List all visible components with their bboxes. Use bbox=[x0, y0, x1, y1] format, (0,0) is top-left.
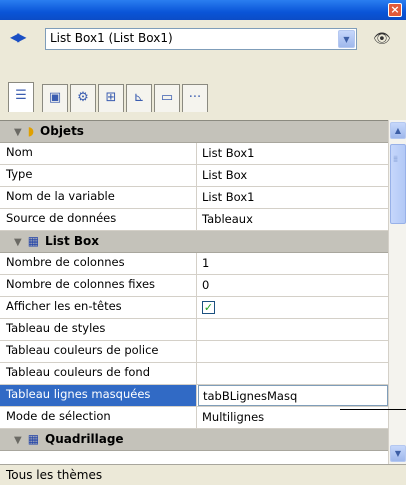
tab-property-list[interactable]: ☰ bbox=[8, 82, 34, 112]
property-row[interactable]: Nombre de colonnes 1 bbox=[0, 253, 388, 275]
property-row[interactable]: Tableau couleurs de fond bbox=[0, 363, 388, 385]
chart-icon: ⊾ bbox=[133, 90, 145, 105]
monitor-icon: ▭ bbox=[160, 90, 174, 105]
property-key: Afficher les en-têtes bbox=[0, 297, 197, 318]
property-value[interactable]: 1 bbox=[198, 253, 388, 274]
grid-icon: ▦ bbox=[27, 432, 40, 446]
property-key: Nombre de colonnes fixes bbox=[0, 275, 197, 296]
theme-filter[interactable]: Tous les thèmes bbox=[0, 464, 406, 485]
theme-filter-label: Tous les thèmes bbox=[6, 468, 103, 482]
layout-icon: ⊞ bbox=[105, 90, 117, 105]
property-key: Nom de la variable bbox=[0, 187, 197, 208]
grid-icon: ▦ bbox=[27, 234, 40, 248]
property-row[interactable]: Tableau couleurs de police bbox=[0, 341, 388, 363]
tab-layout[interactable]: ⊞ bbox=[98, 84, 124, 112]
property-value[interactable]: List Box bbox=[198, 165, 388, 186]
property-value[interactable] bbox=[198, 319, 388, 340]
tab-form-object[interactable]: ▣ bbox=[42, 84, 68, 112]
property-value[interactable]: ✓ bbox=[198, 297, 388, 318]
property-row-selected[interactable]: Tableau lignes masquées tabBLignesMasq bbox=[0, 385, 388, 407]
property-key: Nom bbox=[0, 143, 197, 164]
property-value[interactable]: List Box1 bbox=[198, 143, 388, 164]
section-title: List Box bbox=[45, 234, 99, 248]
scrollbar-grip-icon: ≡ ≡ bbox=[393, 154, 399, 164]
property-value-input[interactable]: tabBLignesMasq bbox=[198, 385, 388, 406]
property-key: Nombre de colonnes bbox=[0, 253, 197, 274]
property-row[interactable]: Nom de la variable List Box1 bbox=[0, 187, 388, 209]
scroll-down-button[interactable]: ▼ bbox=[390, 445, 406, 462]
object-selector-value: List Box1 (List Box1) bbox=[50, 31, 173, 45]
property-row[interactable]: Nom List Box1 bbox=[0, 143, 388, 165]
property-value[interactable] bbox=[198, 363, 388, 384]
property-row[interactable]: Type List Box bbox=[0, 165, 388, 187]
section-header-list-box[interactable]: ▼ ▦ List Box bbox=[0, 231, 388, 253]
property-row[interactable]: Tableau de styles bbox=[0, 319, 388, 341]
property-row[interactable]: Nombre de colonnes fixes 0 bbox=[0, 275, 388, 297]
tab-monitor[interactable]: ▭ bbox=[154, 84, 180, 112]
object-selector[interactable]: List Box1 (List Box1) ▼ bbox=[45, 28, 357, 50]
more-icon: ··· bbox=[188, 90, 202, 105]
property-value[interactable] bbox=[198, 341, 388, 362]
tab-gear[interactable]: ⚙ bbox=[70, 84, 96, 112]
collapse-icon[interactable]: ▼ bbox=[14, 435, 22, 446]
scroll-up-button[interactable]: ▲ bbox=[390, 122, 406, 139]
object-icon: ◗ bbox=[27, 124, 35, 138]
gear-icon: ⚙ bbox=[77, 90, 89, 105]
property-key: Type bbox=[0, 165, 197, 186]
callout-line bbox=[340, 409, 406, 410]
property-value[interactable]: List Box1 bbox=[198, 187, 388, 208]
eye-icon[interactable]: 👁 bbox=[373, 31, 391, 47]
section-title: Quadrillage bbox=[45, 432, 124, 446]
property-grid: ▼ ◗ Objets Nom List Box1 Type List Box Nom d… bbox=[0, 120, 388, 464]
property-key: Source de données bbox=[0, 209, 197, 230]
section-header-quadrillage[interactable]: ▼ ▦ Quadrillage bbox=[0, 429, 388, 451]
property-value[interactable]: Multilignes bbox=[198, 407, 388, 428]
property-row[interactable]: Source de données Tableaux bbox=[0, 209, 388, 231]
vertical-scrollbar[interactable]: ▲ ≡ ≡ ▼ bbox=[388, 120, 406, 464]
prev-next-object-icon[interactable]: ◀▶ bbox=[10, 30, 27, 44]
property-row[interactable]: Afficher les en-têtes ✓ bbox=[0, 297, 388, 319]
chevron-down-icon[interactable]: ▼ bbox=[338, 30, 355, 48]
tab-chart[interactable]: ⊾ bbox=[126, 84, 152, 112]
collapse-icon[interactable]: ▼ bbox=[14, 237, 22, 248]
tab-more[interactable]: ··· bbox=[182, 84, 208, 112]
property-key: Tableau lignes masquées bbox=[0, 385, 197, 406]
property-value[interactable]: Tableaux bbox=[198, 209, 388, 230]
form-object-icon: ▣ bbox=[48, 90, 62, 105]
show-headers-checkbox[interactable]: ✓ bbox=[202, 301, 215, 314]
close-button[interactable]: × bbox=[388, 3, 402, 17]
property-key: Tableau de styles bbox=[0, 319, 197, 340]
property-value[interactable]: 0 bbox=[198, 275, 388, 296]
section-title: Objets bbox=[40, 124, 84, 138]
title-bar: × bbox=[0, 0, 406, 20]
property-key: Tableau couleurs de police bbox=[0, 341, 197, 362]
property-row[interactable]: Mode de sélection Multilignes bbox=[0, 407, 388, 429]
section-header-objets[interactable]: ▼ ◗ Objets bbox=[0, 121, 388, 143]
property-key: Tableau couleurs de fond bbox=[0, 363, 197, 384]
collapse-icon[interactable]: ▼ bbox=[14, 127, 22, 138]
property-key: Mode de sélection bbox=[0, 407, 197, 428]
property-list-icon: ☰ bbox=[15, 88, 27, 103]
